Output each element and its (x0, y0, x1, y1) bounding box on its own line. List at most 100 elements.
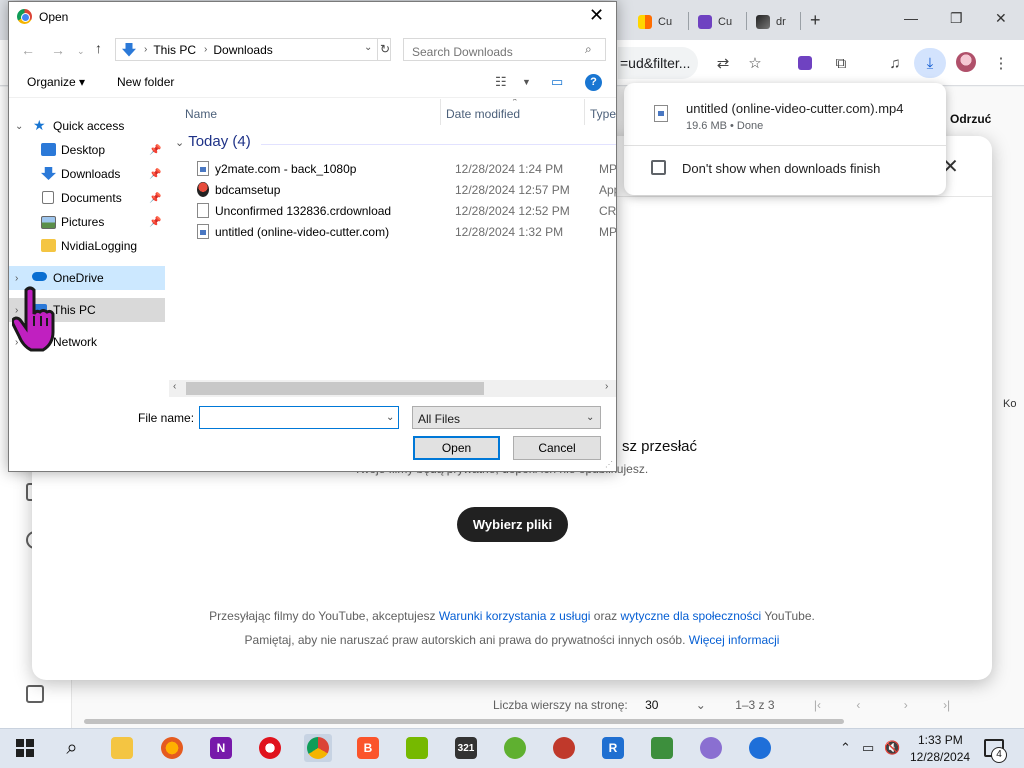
file-type-select[interactable]: All Files (412, 406, 601, 429)
pin-icon[interactable]: 📌 (149, 217, 161, 228)
nav-pictures[interactable]: Pictures 📌 (9, 210, 165, 234)
minimize-icon[interactable]: — (904, 10, 918, 26)
chevron-right-icon[interactable]: › (144, 44, 147, 55)
chevron-right-icon[interactable]: › (15, 273, 18, 284)
restore-icon[interactable]: ❐ (950, 10, 963, 27)
nav-nvidialogging[interactable]: NvidiaLogging (9, 234, 165, 258)
breadcrumb-this-pc[interactable]: This PC (153, 43, 196, 57)
up-arrow-icon[interactable]: ↑ (95, 40, 102, 56)
download-filename[interactable]: untitled (online-video-cutter.com).mp4 (686, 101, 904, 116)
tab-3[interactable]: dr (750, 8, 792, 36)
tab-2[interactable]: Cu (692, 8, 738, 36)
file-row[interactable]: y2mate.com - back_1080p 12/28/2024 1:24 … (169, 158, 616, 179)
group-header[interactable]: ⌄ Today (4) (175, 133, 251, 150)
scroll-thumb[interactable] (186, 382, 484, 395)
feedback-icon[interactable] (26, 685, 44, 703)
more-info-link[interactable]: Więcej informacji (689, 633, 780, 647)
taskbar-file-explorer[interactable] (108, 734, 136, 762)
taskbar-network-app[interactable] (648, 734, 676, 762)
start-button[interactable] (16, 739, 34, 757)
chevron-down-icon[interactable]: ⌄ (586, 412, 594, 423)
chevron-up-icon[interactable]: ⌃ (840, 740, 851, 756)
nav-downloads[interactable]: Downloads 📌 (9, 162, 165, 186)
menu-kebab-icon[interactable]: ⋮ (990, 52, 1012, 74)
help-icon[interactable]: ? (585, 74, 602, 91)
taskbar-onenote[interactable]: N (207, 734, 235, 762)
file-row[interactable]: bdcamsetup 12/28/2024 12:57 PM Appli (169, 179, 616, 200)
chevron-down-icon[interactable]: ⌄ (386, 412, 394, 423)
chevron-right-icon[interactable]: › (204, 44, 207, 55)
scroll-right-icon[interactable]: › (605, 381, 608, 392)
chevron-down-icon[interactable]: ⌄ (15, 121, 23, 132)
chevron-down-icon[interactable]: ▼ (522, 77, 531, 87)
new-tab-button[interactable]: + (810, 10, 821, 31)
taskbar-nvidia[interactable] (403, 734, 431, 762)
pin-icon[interactable]: 📌 (149, 145, 161, 156)
view-options-icon[interactable]: ☷ (495, 74, 507, 90)
taskbar-chrome[interactable] (304, 734, 332, 762)
downloads-button[interactable]: ⤓ (914, 48, 946, 78)
nav-desktop[interactable]: Desktop 📌 (9, 138, 165, 162)
extension-icon[interactable] (794, 52, 816, 74)
volume-muted-icon[interactable]: 🔇 (884, 740, 900, 756)
preview-pane-icon[interactable]: ▭ (551, 74, 563, 90)
pin-icon[interactable]: 📌 (149, 169, 161, 180)
dialog-titlebar[interactable]: Open ✕ (9, 2, 616, 32)
terms-link[interactable]: Warunki korzystania z usługi (439, 609, 591, 623)
back-arrow-icon[interactable]: ← (21, 42, 35, 58)
pin-icon[interactable]: 📌 (149, 193, 161, 204)
file-row[interactable]: Unconfirmed 132836.crdownload 12/28/2024… (169, 200, 616, 221)
clock-date[interactable]: 12/28/2024 (910, 750, 970, 764)
column-type[interactable]: Type (584, 99, 616, 123)
search-button[interactable]: ⌕ (58, 734, 86, 762)
guidelines-link[interactable]: wytyczne dla społeczności (620, 609, 761, 623)
breadcrumb-downloads[interactable]: Downloads (213, 43, 272, 57)
forward-arrow-icon[interactable]: → (51, 42, 65, 58)
dismiss-link[interactable]: Odrzuć (950, 112, 991, 126)
extensions-puzzle-icon[interactable]: ⧉ (830, 52, 852, 74)
file-name-input[interactable] (199, 406, 399, 429)
resize-grip-icon[interactable]: ⋰ (605, 460, 613, 469)
tab-1[interactable]: Cu (632, 8, 678, 36)
cancel-button[interactable]: Cancel (513, 436, 601, 460)
organize-button[interactable]: Organize ▾ (27, 75, 85, 89)
rows-select[interactable]: 30 (645, 698, 658, 712)
search-input[interactable] (403, 38, 606, 61)
taskbar-eye-app[interactable] (550, 734, 578, 762)
scroll-left-icon[interactable]: ‹ (173, 381, 176, 392)
select-files-button[interactable]: Wybierz pliki (457, 507, 568, 542)
prev-page-icon[interactable]: ‹ (856, 698, 860, 712)
refresh-icon[interactable]: ↻ (377, 39, 392, 60)
translate-icon[interactable]: ⇄ (712, 52, 734, 74)
taskbar-calendar-app[interactable]: 321 (452, 734, 480, 762)
profile-avatar[interactable] (956, 52, 976, 72)
taskbar-firefox[interactable] (158, 734, 186, 762)
horizontal-scrollbar[interactable]: ‹ › (169, 380, 616, 397)
taskbar-rx-app[interactable]: R (599, 734, 627, 762)
close-icon[interactable]: ✕ (589, 5, 604, 26)
chevron-down-icon[interactable]: ⌄ (696, 698, 706, 712)
dont-show-checkbox[interactable] (651, 160, 666, 175)
taskbar-shield-app[interactable] (746, 734, 774, 762)
recent-dropdown-icon[interactable]: ⌄ (77, 46, 85, 57)
chevron-down-icon[interactable]: ⌄ (364, 42, 372, 53)
nav-documents[interactable]: Documents 📌 (9, 186, 165, 210)
nav-quick-access[interactable]: ⌄ ★ Quick access (9, 114, 165, 138)
chevron-down-icon[interactable]: ⌄ (175, 137, 184, 149)
column-name[interactable]: Name (179, 99, 217, 123)
media-control-icon[interactable]: ♫ (884, 52, 906, 74)
address-bar[interactable]: =ud&filter... (618, 47, 698, 79)
column-date-modified[interactable]: Date modified (440, 99, 520, 123)
page-scrollbar[interactable] (84, 719, 844, 724)
open-button[interactable]: Open (413, 436, 500, 460)
dont-show-label[interactable]: Don't show when downloads finish (682, 161, 880, 176)
network-tray-icon[interactable]: ▭ (862, 740, 874, 756)
last-page-icon[interactable]: ›| (943, 698, 950, 712)
taskbar-brave[interactable]: B (354, 734, 382, 762)
close-window-icon[interactable]: ✕ (995, 10, 1007, 27)
clock-time[interactable]: 1:33 PM (918, 733, 963, 747)
taskbar-opera[interactable] (256, 734, 284, 762)
new-folder-button[interactable]: New folder (117, 75, 174, 89)
taskbar-green-app[interactable] (501, 734, 529, 762)
taskbar-ghost-app[interactable] (697, 734, 725, 762)
